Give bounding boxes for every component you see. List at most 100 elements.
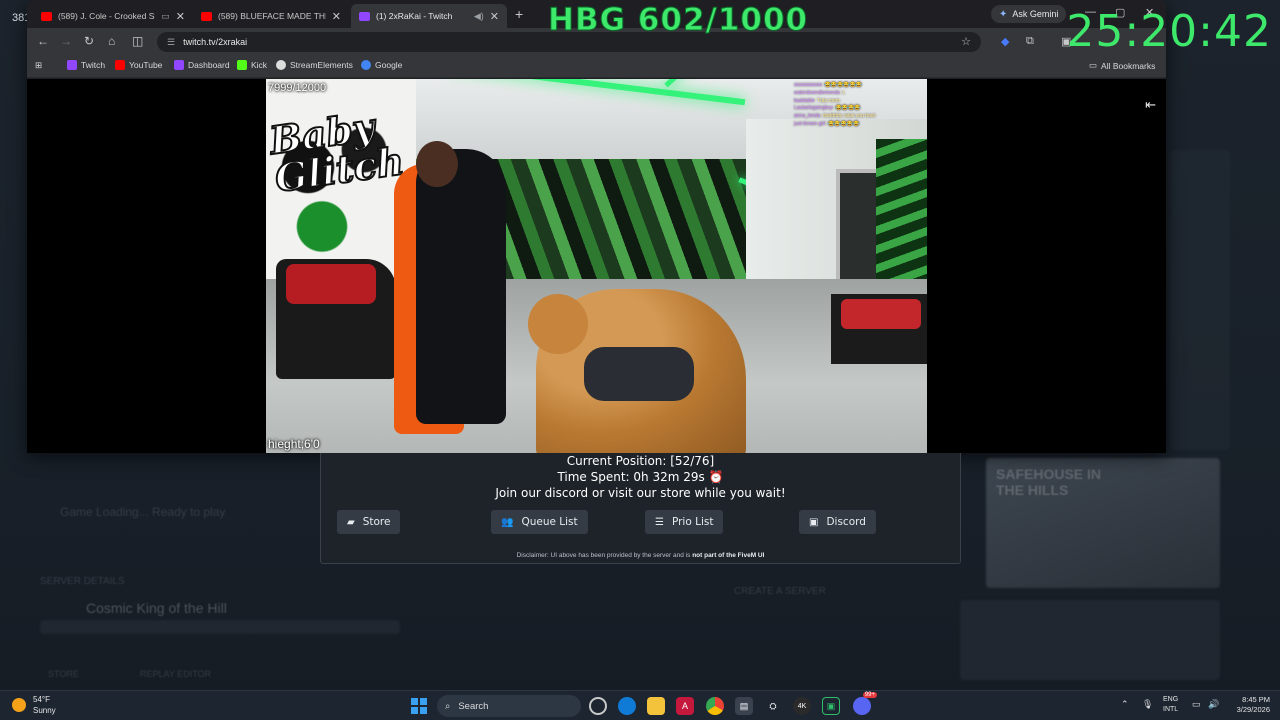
ask-gemini-label: Ask Gemini <box>1012 9 1059 19</box>
tab-title: (589) J. Cole - Crooked Sm <box>58 11 156 21</box>
tab-youtube-2[interactable]: (589) BLUEFACE MADE THE GIR ✕ <box>193 4 349 28</box>
stream-video[interactable]: Baby Glitch aaaaaaaaaa: 😂😂😂😂😂😂 waterdownd… <box>266 79 927 453</box>
ask-gemini-button[interactable]: ✦ Ask Gemini <box>991 5 1067 23</box>
bg-server-name: Cosmic King of the Hill <box>86 600 227 616</box>
windows-start-icon[interactable] <box>411 698 427 714</box>
users-icon: 👥 <box>501 516 514 528</box>
streamelements-icon <box>276 60 286 70</box>
youtube-icon <box>41 11 52 21</box>
bookmark-twitch[interactable]: Twitch <box>67 60 105 70</box>
microphone-icon[interactable]: 🎙 <box>1142 699 1153 710</box>
progress-overlay: HBG 602/1000 <box>547 2 809 39</box>
bookmark-dashboard[interactable]: Dashboard <box>174 60 230 70</box>
collapse-chat-icon[interactable]: ⇤ <box>1145 97 1156 113</box>
app-icon[interactable] <box>589 697 607 715</box>
bg-feed-panel <box>960 600 1220 680</box>
dog-head <box>528 294 588 354</box>
queue-list-button[interactable]: 👥 Queue List <box>491 510 588 534</box>
chat-line: waterdowndiemonds: L <box>794 89 846 96</box>
system-clock[interactable]: 8:45 PM 3/29/2026 <box>1226 695 1270 715</box>
extensions-icon[interactable]: ⧉ <box>1026 35 1034 48</box>
couch-cushion <box>841 299 921 329</box>
split-view-icon[interactable]: ◫ <box>132 34 143 48</box>
forward-icon[interactable]: → <box>60 34 72 48</box>
sun-icon <box>12 698 26 712</box>
graffiti-lettering: Baby Glitch <box>266 103 408 202</box>
youtube-icon <box>201 11 212 21</box>
bookmark-label: Twitch <box>81 60 106 70</box>
youtube-icon <box>115 60 125 70</box>
weather-widget[interactable]: 54°F Sunny <box>12 694 56 716</box>
bookmark-label: Google <box>375 60 403 70</box>
extension-shield-icon[interactable]: ◆ <box>1001 35 1009 48</box>
search-icon: ⌕ <box>445 700 451 712</box>
tab-twitch[interactable]: (1) 2xRaKai - Twitch ◀) ✕ <box>351 4 507 28</box>
stream-chat-overlay: aaaaaaaaaa: 😂😂😂😂😂😂 waterdowndiemonds: L … <box>794 82 924 129</box>
app-a-icon[interactable]: A <box>676 697 694 715</box>
bookmark-kick[interactable]: Kick <box>237 60 267 70</box>
bookmark-streamelements[interactable]: StreamElements <box>276 60 353 70</box>
apps-icon[interactable]: ⊞ <box>35 60 42 71</box>
speaker-icon[interactable]: 🔊 <box>1208 699 1219 710</box>
news-thumbnail-title: SAFEHOUSE IN THE HILLS <box>996 466 1102 498</box>
all-bookmarks[interactable]: ▭ All Bookmarks <box>1089 60 1155 71</box>
close-icon[interactable]: ✕ <box>176 10 185 23</box>
queue-time-spent: Time Spent: 0h 32m 29s ⏰ <box>321 469 960 485</box>
chrome-icon[interactable] <box>706 697 724 715</box>
new-tab-button[interactable]: + <box>515 6 523 22</box>
tab-title: (1) 2xRaKai - Twitch <box>376 11 453 21</box>
queue-buttons: ▰ Store 👥 Queue List ☰ Prio List ▣ Disco… <box>337 510 947 534</box>
clock-time: 8:45 PM <box>1242 695 1270 704</box>
discord-button[interactable]: ▣ Discord <box>799 510 876 534</box>
bookmark-star-icon[interactable]: ☆ <box>961 35 971 48</box>
discord-icon[interactable]: 99+ <box>853 692 877 715</box>
twitch-page: Baby Glitch aaaaaaaaaa: 😂😂😂😂😂😂 waterdownd… <box>27 79 1166 453</box>
folder-icon: ▭ <box>1089 60 1098 70</box>
app-icon[interactable]: ▣ <box>822 697 840 715</box>
app-icon[interactable]: ▤ <box>735 697 753 715</box>
all-bookmarks-label: All Bookmarks <box>1101 60 1156 71</box>
close-icon[interactable]: ✕ <box>490 10 499 23</box>
bg-create-label: CREATE A SERVER <box>734 586 826 597</box>
speaker-icon[interactable]: ◀) <box>474 11 484 22</box>
windows-taskbar: 54°F Sunny ⌕ Search A ▤ ⛭ 4K ▣ 99+ ⌃ 🎙 E… <box>0 690 1280 720</box>
lang-top: ENG <box>1163 696 1179 703</box>
4k-app-icon[interactable]: 4K <box>793 697 811 715</box>
list-icon: ☰ <box>655 516 664 528</box>
site-info-icon[interactable]: ☰ <box>167 37 175 48</box>
bg-server-row <box>40 620 400 634</box>
tray-chevron-icon[interactable]: ⌃ <box>1121 699 1129 710</box>
lang-bottom: INTL <box>1163 706 1179 713</box>
reload-icon[interactable]: ↻ <box>84 34 94 48</box>
taskbar-search[interactable]: ⌕ Search <box>437 695 581 717</box>
time-spent-text: Time Spent: 0h 32m 29s <box>557 470 705 484</box>
bookmark-label: Kick <box>251 60 268 70</box>
disclaimer-bold: not part of the FiveM UI <box>692 552 765 559</box>
back-icon[interactable]: ← <box>37 34 49 48</box>
bg-section-label: SERVER DETAILS <box>40 576 125 587</box>
bookmark-label: Dashboard <box>188 60 230 70</box>
home-icon[interactable]: ⌂ <box>108 34 115 48</box>
queue-join-text: Join our discord or visit our store whil… <box>495 486 786 500</box>
chat-line: anna_leeda: daddddy rakai you back <box>794 113 876 120</box>
tab-youtube-1[interactable]: (589) J. Cole - Crooked Sm ▭ ✕ <box>33 4 193 28</box>
steam-icon[interactable]: ⛭ <box>764 697 782 715</box>
store-button[interactable]: ▰ Store <box>337 510 401 534</box>
prio-list-button[interactable]: ☰ Prio List <box>645 510 724 534</box>
bookmark-google[interactable]: Google <box>361 60 402 70</box>
bookmark-youtube[interactable]: YouTube <box>115 60 162 70</box>
url-text[interactable]: twitch.tv/2xrakai <box>183 37 247 47</box>
bookmark-label: StreamElements <box>290 60 353 70</box>
google-icon <box>361 60 371 70</box>
edge-icon[interactable] <box>618 697 636 715</box>
language-indicator[interactable]: ENG INTL <box>1163 695 1178 715</box>
file-explorer-icon[interactable] <box>647 697 665 715</box>
weather-text: 54°F Sunny <box>33 694 56 716</box>
monitor-icon[interactable]: ▭ <box>1192 699 1201 710</box>
person-black <box>416 149 506 424</box>
queue-list-label: Queue List <box>521 516 578 528</box>
close-icon[interactable]: ✕ <box>332 10 341 23</box>
bg-ingame-title: Game Loading... Ready to play <box>60 505 226 519</box>
bookmarks-bar: ⊞ Twitch YouTube Dashboard Kick StreamEl… <box>27 56 1166 78</box>
kick-icon <box>237 60 247 70</box>
